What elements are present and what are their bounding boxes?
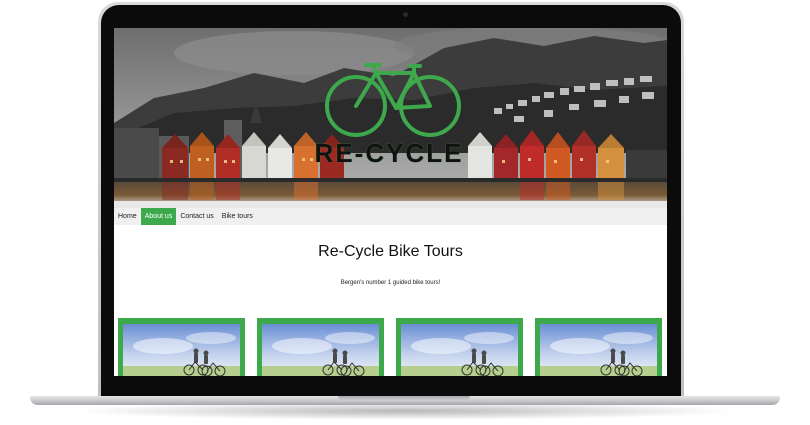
tour-card-grid	[118, 318, 664, 376]
tour-card[interactable]	[535, 318, 662, 376]
tour-card[interactable]	[118, 318, 245, 376]
cyclists-photo	[123, 324, 240, 376]
laptop-screen: RE-CYCLE Home About us Contact us Bike t…	[114, 28, 667, 376]
logo-text: RE-CYCLE	[314, 138, 464, 168]
nav-item-bike-tours[interactable]: Bike tours	[218, 208, 257, 225]
hero-banner: RE-CYCLE	[114, 28, 667, 208]
cyclists-photo	[540, 324, 657, 376]
tour-card[interactable]	[396, 318, 523, 376]
webcam-icon	[403, 12, 408, 17]
page-title: Re-Cycle Bike Tours	[318, 243, 463, 260]
cyclists-photo	[401, 324, 518, 376]
nav-item-about-us[interactable]: About us	[140, 208, 177, 225]
tour-card[interactable]	[257, 318, 384, 376]
laptop-notch	[338, 396, 470, 401]
main-navigation: Home About us Contact us Bike tours	[114, 208, 667, 225]
page-subtitle: Bergen's number 1 guided bike tours!	[340, 280, 441, 286]
nav-item-contact-us[interactable]: Contact us	[176, 208, 217, 225]
nav-item-home[interactable]: Home	[114, 208, 141, 225]
cyclists-photo	[262, 324, 379, 376]
bergen-harbor-photo	[114, 28, 667, 208]
